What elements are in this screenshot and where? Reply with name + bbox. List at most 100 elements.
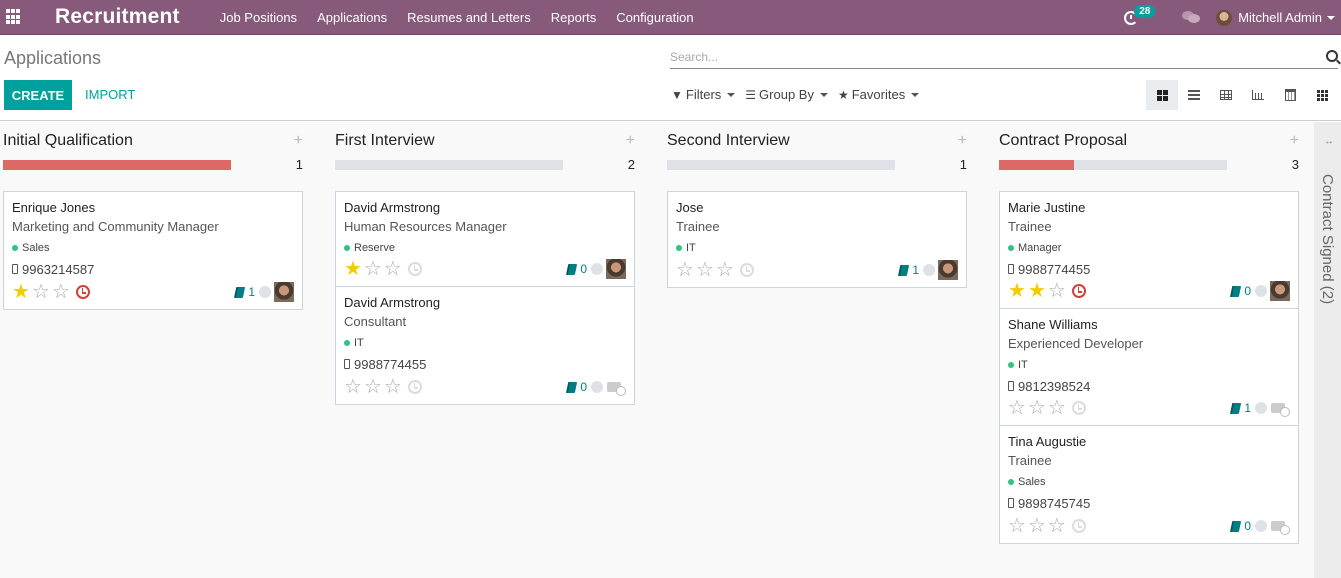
quick-create-plus-icon[interactable]: + [294, 132, 303, 150]
user-avatar[interactable] [1216, 9, 1233, 26]
kanban-state-circle[interactable] [591, 381, 603, 393]
apps-menu-icon[interactable] [6, 9, 22, 25]
menu-configuration[interactable]: Configuration [616, 10, 693, 25]
avatar[interactable] [274, 282, 294, 302]
group-by-dropdown[interactable]: ☰ Group By [745, 87, 828, 102]
phone: 9898745745 [1008, 494, 1290, 512]
kanban-state-circle[interactable] [259, 286, 271, 298]
quick-create-plus-icon[interactable]: + [958, 132, 967, 150]
calendar-view-button[interactable] [1274, 80, 1306, 110]
star-empty-icon[interactable]: ☆ [676, 260, 694, 280]
quick-create-plus-icon[interactable]: + [1290, 132, 1299, 150]
column-progress-bar[interactable] [3, 160, 231, 170]
star-empty-icon[interactable]: ☆ [364, 377, 382, 397]
star-empty-icon[interactable]: ☆ [1008, 516, 1026, 536]
import-button[interactable]: IMPORT [85, 87, 135, 102]
star-filled-icon[interactable]: ★ [12, 282, 30, 302]
star-empty-icon[interactable]: ☆ [344, 377, 362, 397]
applicant-name: Jose [676, 200, 704, 215]
menu-reports[interactable]: Reports [551, 10, 597, 25]
star-empty-icon[interactable]: ☆ [1048, 281, 1066, 301]
mobile-phone-icon [1008, 498, 1014, 508]
applicant-card[interactable]: Shane Williams Experienced Developer IT 981… [1000, 309, 1298, 426]
camera-placeholder-icon[interactable] [1270, 401, 1290, 417]
applicant-card[interactable]: David Armstrong Consultant IT 9988774455 ☆ ☆ ☆… [336, 287, 634, 404]
star-empty-icon[interactable]: ☆ [32, 282, 50, 302]
list-view-button[interactable] [1178, 80, 1210, 110]
star-empty-icon[interactable]: ☆ [1048, 516, 1066, 536]
camera-placeholder-icon[interactable] [606, 380, 626, 396]
search-icon[interactable] [1326, 50, 1338, 62]
star-empty-icon[interactable]: ☆ [364, 259, 382, 279]
menu-applications[interactable]: Applications [317, 10, 387, 25]
camera-placeholder-icon[interactable] [1270, 519, 1290, 535]
folded-column-label: Contract Signed (2) [1319, 174, 1336, 305]
search-input[interactable] [670, 47, 1310, 67]
favorites-dropdown[interactable]: ★ Favorites [838, 87, 920, 102]
applicant-card[interactable]: Tina Augustie Trainee Sales 9898745745 ☆ ☆ ☆ 0 [1000, 426, 1298, 543]
activity-clock-icon[interactable] [1071, 519, 1086, 533]
filters-dropdown[interactable]: ▼ Filters [671, 87, 736, 102]
caret-down-icon[interactable] [1327, 15, 1335, 20]
activity-clock-icon[interactable] [75, 285, 90, 299]
activities-button[interactable]: 28 [1124, 4, 1156, 26]
phone: 9988774455 [344, 355, 626, 373]
graph-view-button[interactable] [1242, 80, 1274, 110]
attachment-count: 1 [248, 285, 255, 299]
star-filled-icon[interactable]: ★ [1008, 281, 1026, 301]
kanban-state-circle[interactable] [1255, 285, 1267, 297]
priority-stars: ☆ ☆ ☆ [344, 377, 404, 397]
activity-view-button[interactable] [1306, 80, 1338, 110]
column-progress-bar[interactable] [335, 160, 563, 170]
kanban-view-button[interactable] [1146, 80, 1178, 110]
star-empty-icon[interactable]: ☆ [1028, 516, 1046, 536]
table-icon [1220, 90, 1232, 100]
kanban-state-circle[interactable] [591, 263, 603, 275]
star-empty-icon[interactable]: ☆ [716, 260, 734, 280]
progress-fill-red[interactable] [3, 160, 231, 170]
user-menu[interactable]: Mitchell Admin [1238, 10, 1322, 25]
activity-clock-icon[interactable] [407, 380, 422, 394]
avatar[interactable] [938, 260, 958, 280]
folded-column-contract-signed[interactable]: ↔ Contract Signed (2) [1314, 122, 1341, 578]
menu-resumes-and-letters[interactable]: Resumes and Letters [407, 10, 531, 25]
kanban-state-circle[interactable] [923, 264, 935, 276]
kanban-state-circle[interactable] [1255, 520, 1267, 532]
kanban-state-circle[interactable] [1255, 402, 1267, 414]
activity-clock-icon[interactable] [407, 262, 422, 276]
applicant-card[interactable]: Marie Justine Trainee Manager 9988774455 ★ ★ ☆… [1000, 192, 1298, 309]
activity-clock-icon[interactable] [739, 263, 754, 277]
messaging-icon[interactable] [1182, 11, 1201, 24]
create-button[interactable]: CREATE [4, 80, 72, 110]
applicant-card[interactable]: David Armstrong Human Resources Manager Re… [336, 192, 634, 287]
column-progress-bar[interactable] [667, 160, 895, 170]
tag-dot-icon [1008, 479, 1014, 485]
star-filled-icon[interactable]: ★ [1028, 281, 1046, 301]
avatar[interactable] [1270, 281, 1290, 301]
applicant-card[interactable]: Enrique Jones Marketing and Community Man… [4, 192, 302, 309]
phone: 9963214587 [12, 260, 294, 278]
activity-clock-icon[interactable] [1071, 284, 1086, 298]
mobile-phone-icon [344, 359, 350, 369]
star-empty-icon[interactable]: ☆ [1048, 398, 1066, 418]
applicant-name: Shane Williams [1008, 317, 1098, 332]
star-empty-icon[interactable]: ☆ [384, 259, 402, 279]
quick-create-plus-icon[interactable]: + [626, 132, 635, 150]
calendar-icon [1284, 89, 1296, 101]
star-empty-icon[interactable]: ☆ [696, 260, 714, 280]
menu-job-positions[interactable]: Job Positions [220, 10, 297, 25]
column-progress-bar[interactable] [999, 160, 1227, 170]
avatar[interactable] [606, 259, 626, 279]
applicant-card[interactable]: Jose Trainee IT ☆ ☆ ☆ 1 [668, 192, 966, 287]
star-filled-icon[interactable]: ★ [344, 259, 362, 279]
activity-clock-icon[interactable] [1071, 401, 1086, 415]
pivot-view-button[interactable] [1210, 80, 1242, 110]
star-empty-icon[interactable]: ☆ [52, 282, 70, 302]
tag-label: IT [1018, 359, 1028, 371]
progress-fill-red[interactable] [999, 160, 1075, 170]
star-empty-icon[interactable]: ☆ [1028, 398, 1046, 418]
favorites-label: Favorites [851, 87, 906, 102]
star-empty-icon[interactable]: ☆ [384, 377, 402, 397]
star-empty-icon[interactable]: ☆ [1008, 398, 1026, 418]
applicant-name: David Armstrong [344, 295, 441, 310]
